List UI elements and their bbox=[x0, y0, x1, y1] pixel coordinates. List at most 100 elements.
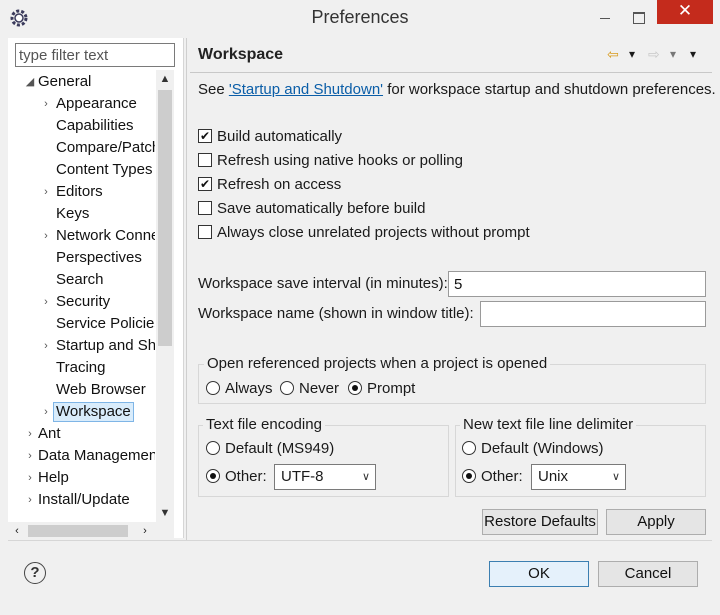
checkbox-checked-icon[interactable] bbox=[198, 177, 212, 191]
checkbox-label: Always close unrelated projects without … bbox=[217, 224, 530, 241]
tree-item-keys[interactable]: Keys bbox=[56, 203, 89, 225]
radio-selected-icon[interactable] bbox=[206, 469, 220, 483]
tree-item-label: Security bbox=[56, 293, 111, 310]
collapsed-twisty-icon[interactable]: › bbox=[40, 93, 52, 115]
apply-button[interactable]: Apply bbox=[606, 509, 706, 535]
expanded-twisty-icon[interactable]: ◢ bbox=[24, 71, 36, 93]
tree-item-label-selected: Workspace bbox=[53, 402, 134, 422]
chevron-down-icon[interactable]: ∨ bbox=[612, 465, 620, 489]
radio-label: Default (Windows) bbox=[481, 440, 604, 457]
chevron-down-icon[interactable]: ∨ bbox=[362, 465, 370, 489]
save-interval-input[interactable] bbox=[448, 271, 706, 297]
open-ref-always-radio[interactable]: Always bbox=[206, 378, 273, 400]
page-title: Workspace bbox=[198, 46, 284, 63]
line-delimiter-title: New text file line delimiter bbox=[460, 416, 637, 433]
encoding-select[interactable]: UTF-8 ∨ bbox=[274, 464, 376, 490]
workspace-name-input[interactable] bbox=[480, 301, 706, 327]
back-menu-chevron-icon[interactable]: ▾ bbox=[629, 44, 635, 64]
save-interval-label: Workspace save interval (in minutes): bbox=[198, 275, 448, 292]
horizontal-scroll-thumb[interactable] bbox=[28, 525, 128, 537]
encoding-default-radio[interactable]: Default (MS949) bbox=[206, 438, 334, 460]
collapsed-twisty-icon[interactable]: › bbox=[24, 445, 36, 467]
collapsed-twisty-icon[interactable]: › bbox=[24, 489, 36, 511]
forward-menu-chevron-icon[interactable]: ▾ bbox=[670, 44, 676, 64]
tree-item-compare-patch[interactable]: Compare/Patch bbox=[56, 137, 155, 159]
encoding-other-radio[interactable]: Other: bbox=[206, 466, 267, 488]
forward-arrow-icon[interactable]: ⇨ bbox=[648, 44, 660, 64]
tree-item-service-policies[interactable]: Service Policies bbox=[56, 313, 155, 335]
tree-item-web-browser[interactable]: Web Browser bbox=[56, 379, 146, 401]
open-ref-prompt-radio[interactable]: Prompt bbox=[348, 378, 415, 400]
header-divider bbox=[190, 72, 712, 73]
radio-selected-icon[interactable] bbox=[462, 469, 476, 483]
open-referenced-projects-title: Open referenced projects when a project … bbox=[204, 355, 551, 372]
workspace-name-label: Workspace name (shown in window title): bbox=[198, 305, 474, 322]
refresh-on-access-checkbox[interactable]: Refresh on access bbox=[198, 174, 341, 196]
tree-item-perspectives[interactable]: Perspectives bbox=[56, 247, 142, 269]
checkbox-unchecked-icon[interactable] bbox=[198, 201, 212, 215]
collapsed-twisty-icon[interactable]: › bbox=[24, 423, 36, 445]
preference-tree: ◢ General › Appearance Capabilities Comp… bbox=[8, 70, 155, 522]
tree-item-label: Editors bbox=[56, 183, 103, 200]
scroll-up-icon[interactable]: ▲ bbox=[156, 70, 174, 88]
back-arrow-icon[interactable]: ⇦ bbox=[607, 44, 619, 64]
help-icon[interactable]: ? bbox=[24, 562, 46, 584]
view-menu-chevron-icon[interactable]: ▾ bbox=[690, 44, 696, 64]
collapsed-twisty-icon[interactable]: › bbox=[40, 401, 52, 423]
checkbox-label: Refresh on access bbox=[217, 176, 342, 193]
minimize-button[interactable] bbox=[592, 6, 618, 28]
tree-vertical-scrollbar[interactable]: ▲ ▼ bbox=[156, 70, 174, 522]
tree-item-tracing[interactable]: Tracing bbox=[56, 357, 105, 379]
scroll-right-icon[interactable]: › bbox=[136, 522, 154, 540]
collapsed-twisty-icon[interactable]: › bbox=[40, 291, 52, 313]
delimiter-select-value: Unix bbox=[538, 468, 569, 485]
tree-item-label: Ant bbox=[38, 425, 61, 442]
radio-selected-icon[interactable] bbox=[348, 381, 362, 395]
refresh-native-hooks-checkbox[interactable]: Refresh using native hooks or polling bbox=[198, 150, 463, 172]
save-before-build-checkbox[interactable]: Save automatically before build bbox=[198, 198, 425, 220]
tree-item-content-types[interactable]: Content Types bbox=[56, 159, 152, 181]
collapsed-twisty-icon[interactable]: › bbox=[40, 225, 52, 247]
restore-defaults-button[interactable]: Restore Defaults bbox=[482, 509, 598, 535]
scroll-left-icon[interactable]: ‹ bbox=[8, 522, 26, 540]
tree-item-capabilities[interactable]: Capabilities bbox=[56, 115, 134, 137]
startup-shutdown-link[interactable]: 'Startup and Shutdown' bbox=[229, 81, 383, 98]
build-automatically-checkbox[interactable]: Build automatically bbox=[198, 126, 342, 148]
checkbox-unchecked-icon[interactable] bbox=[198, 153, 212, 167]
delimiter-default-radio[interactable]: Default (Windows) bbox=[462, 438, 604, 460]
intro-prefix: See bbox=[198, 81, 229, 98]
close-button[interactable]: ✕ bbox=[657, 0, 713, 24]
maximize-button[interactable] bbox=[625, 6, 651, 28]
checkbox-label: Build automatically bbox=[217, 128, 343, 145]
open-ref-never-radio[interactable]: Never bbox=[280, 378, 339, 400]
tree-item-label: Startup and Shutdown bbox=[56, 337, 155, 354]
collapsed-twisty-icon[interactable]: › bbox=[24, 467, 36, 489]
intro-suffix: for workspace startup and shutdown prefe… bbox=[383, 81, 716, 98]
tree-item-search[interactable]: Search bbox=[56, 269, 104, 291]
cancel-button[interactable]: Cancel bbox=[598, 561, 698, 587]
collapsed-twisty-icon[interactable]: › bbox=[40, 335, 52, 357]
delimiter-select[interactable]: Unix ∨ bbox=[531, 464, 626, 490]
vertical-scroll-thumb[interactable] bbox=[158, 90, 172, 346]
filter-input[interactable] bbox=[15, 43, 175, 67]
checkbox-label: Save automatically before build bbox=[217, 200, 426, 217]
close-unrelated-projects-checkbox[interactable]: Always close unrelated projects without … bbox=[198, 222, 530, 244]
tree-horizontal-scrollbar[interactable]: ‹ › bbox=[8, 522, 174, 540]
tree-item-label: Network Connections bbox=[56, 227, 155, 244]
tree-item-label: Data Management bbox=[38, 447, 155, 464]
ok-button[interactable]: OK bbox=[489, 561, 589, 587]
radio-unselected-icon[interactable] bbox=[206, 381, 220, 395]
delimiter-other-radio[interactable]: Other: bbox=[462, 466, 523, 488]
checkbox-unchecked-icon[interactable] bbox=[198, 225, 212, 239]
radio-unselected-icon[interactable] bbox=[462, 441, 476, 455]
collapsed-twisty-icon[interactable]: › bbox=[40, 181, 52, 203]
pane-divider[interactable] bbox=[186, 38, 187, 540]
tree-item-label: Appearance bbox=[56, 95, 137, 112]
radio-unselected-icon[interactable] bbox=[280, 381, 294, 395]
radio-label: Always bbox=[225, 380, 273, 397]
tree-item-label: Install/Update bbox=[38, 491, 130, 508]
radio-unselected-icon[interactable] bbox=[206, 441, 220, 455]
checkbox-checked-icon[interactable] bbox=[198, 129, 212, 143]
scroll-down-icon[interactable]: ▼ bbox=[156, 504, 174, 522]
radio-label: Prompt bbox=[367, 380, 416, 397]
